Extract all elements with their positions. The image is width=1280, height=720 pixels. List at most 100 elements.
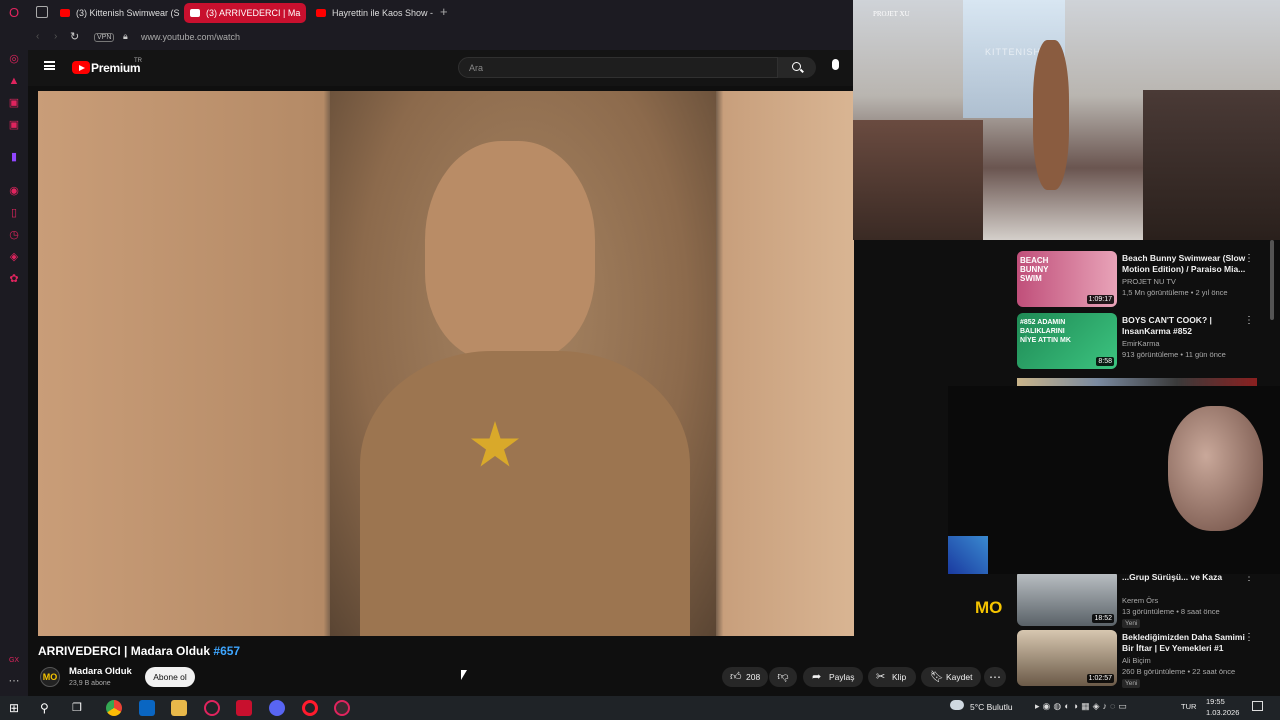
tab-label: Hayrettin ile Kaos Show - . (332, 8, 435, 18)
video-title[interactable]: Beklediğimizden Daha Samimi Bir İftar | … (1122, 632, 1252, 654)
save-button[interactable]: 🔖︎ Kaydet (921, 667, 981, 687)
forward-icon[interactable]: › (54, 31, 57, 42)
thumbs-up-icon: 👍︎ (730, 671, 742, 683)
extensions-icon[interactable]: ◈ (7, 250, 21, 264)
more-options-icon[interactable]: ⋮ (1244, 253, 1254, 264)
list-item[interactable]: BEACH BUNNY SWIM 1:09:17 Beach Bunny Swi… (1017, 251, 1272, 309)
like-button[interactable]: 👍︎ 208 (722, 667, 768, 687)
tab-kaos-show[interactable]: Hayrettin ile Kaos Show - . (310, 3, 435, 23)
more-icon[interactable]: ⋯ (7, 674, 21, 688)
opera-logo-icon[interactable]: O (7, 6, 21, 20)
youtube-header: Premium TR Ara (28, 50, 854, 86)
player-icon[interactable]: ◉ (7, 184, 21, 198)
video-title: ARRIVEDERCI | Madara Olduk #657 (38, 644, 240, 658)
video-title[interactable]: BOYS CAN'T COOK? | InsanKarma #852 (1122, 315, 1252, 337)
back-icon[interactable]: ‹ (36, 31, 39, 42)
task-view-icon[interactable]: ❐ (72, 700, 88, 716)
youtube-logo-text[interactable]: Premium (91, 61, 141, 75)
youtube-favicon-icon (316, 9, 326, 17)
edge-icon[interactable] (139, 700, 155, 716)
clock-date[interactable]: 1.03.2026 (1206, 708, 1239, 717)
new-tab-icon[interactable]: + (440, 4, 448, 19)
discord-icon[interactable] (269, 700, 285, 716)
video-thumbnail[interactable]: 1:02:57 (1017, 630, 1117, 686)
opera-sidebar: O ◎ ▲ ▣ ▣ ▮ ◉ ▯ ◷ ◈ ✿ GX ⋯ (0, 0, 28, 696)
channel-name[interactable]: Ali Biçim (1122, 656, 1151, 665)
opera-icon[interactable] (302, 700, 318, 716)
notification-icon[interactable] (1252, 701, 1263, 711)
bookmarks-icon[interactable]: ▯ (7, 206, 21, 220)
tab-manager-icon[interactable] (36, 6, 48, 18)
channel-name[interactable]: PROJET NU TV (1122, 277, 1176, 286)
tab-arrivederci[interactable]: (3) ARRIVEDERCI | Ma (184, 3, 306, 23)
save-label: Kaydet (946, 672, 973, 682)
share-button[interactable]: ➦ Paylaş (803, 667, 863, 687)
list-item[interactable]: 18:52 ...Grup Sürüşü... ve Kaza Kerem Ör… (1017, 570, 1272, 628)
webcam-overlay[interactable] (948, 386, 1280, 574)
video-title-text: ARRIVEDERCI | Madara Olduk (38, 644, 211, 658)
channel-name[interactable]: Madara Olduk (69, 666, 132, 677)
reload-icon[interactable]: ↻ (70, 30, 79, 43)
video-thumbnail[interactable]: 18:52 (1017, 570, 1117, 626)
subscribe-button[interactable]: Abone ol (145, 667, 195, 687)
aria-icon[interactable]: ◎ (7, 52, 21, 66)
tab-label: (3) ARRIVEDERCI | Ma (206, 8, 301, 18)
file-explorer-icon[interactable] (171, 700, 187, 716)
clip-label: Klip (892, 672, 907, 682)
system-tray-icons[interactable]: ▸◉◍◐◑▦◈♪◌▭ (1035, 701, 1130, 712)
more-options-icon[interactable]: ⋮ (1244, 315, 1254, 326)
channel-name[interactable]: Kerem Örs (1122, 596, 1158, 605)
region-label: TR (134, 58, 142, 64)
duration-badge: 8:58 (1096, 357, 1114, 366)
weather-text[interactable]: 5°C Bulutlu (970, 702, 1013, 712)
list-item[interactable]: #852 ADAMIN BALIKLARINI NİYE ATTIN MK 8:… (1017, 313, 1272, 371)
vpn-badge[interactable]: VPN (94, 33, 115, 42)
bag-icon[interactable]: ▲ (7, 74, 21, 88)
messenger-icon[interactable]: ▣ (7, 96, 21, 110)
chrome-icon[interactable] (106, 700, 122, 716)
video-meta: 1,5 Mn görüntüleme • 2 yıl önce (1122, 288, 1228, 297)
channel-watermark-logo[interactable]: MO (975, 598, 1002, 618)
pip-runway-video[interactable]: KITTENISH PROJET XU (853, 0, 1280, 240)
video-thumbnail[interactable]: #852 ADAMIN BALIKLARINI NİYE ATTIN MK 8:… (1017, 313, 1117, 369)
voice-app-icon[interactable] (236, 700, 252, 716)
more-actions-button[interactable]: ⋯ (984, 667, 1006, 687)
whatsapp-icon[interactable]: ▣ (7, 118, 21, 132)
share-label: Paylaş (829, 672, 855, 682)
share-icon: ➦ (812, 671, 822, 683)
more-options-icon[interactable]: ⋮ (1244, 632, 1254, 643)
language-indicator[interactable]: TUR (1181, 702, 1196, 711)
hashtag-link[interactable]: #657 (213, 644, 240, 658)
history-icon[interactable]: ◷ (7, 228, 21, 242)
windows-start-icon[interactable]: ⊞ (9, 700, 25, 716)
channel-avatar[interactable]: MO (40, 667, 60, 687)
clip-button[interactable]: ✂ Klip (868, 667, 916, 687)
video-player[interactable] (38, 91, 854, 636)
youtube-logo-icon[interactable] (72, 61, 90, 74)
search-button[interactable] (778, 57, 816, 78)
character-body (360, 351, 690, 636)
dislike-button[interactable]: 👎︎ (769, 667, 797, 687)
search-taskbar-icon[interactable]: ⚲ (40, 700, 56, 716)
settings-icon[interactable]: ✿ (7, 272, 21, 286)
microphone-icon[interactable] (832, 59, 839, 70)
video-meta: 913 görüntüleme • 11 gün önce (1122, 350, 1226, 359)
channel-name[interactable]: EmirKarma (1122, 339, 1160, 348)
list-item[interactable]: 1:02:57 Beklediğimizden Daha Samimi Bir … (1017, 630, 1272, 688)
video-thumbnail[interactable]: BEACH BUNNY SWIM 1:09:17 (1017, 251, 1117, 307)
gx-icon[interactable]: GX (7, 654, 21, 668)
url-text[interactable]: www.youtube.com/watch (141, 32, 240, 42)
clock-time[interactable]: 19:55 (1206, 697, 1225, 706)
audience-left (853, 120, 983, 240)
runway-watermark: PROJET XU (873, 10, 910, 18)
hamburger-menu-icon[interactable] (44, 61, 55, 70)
taskbar: ⊞ ⚲ ❐ 5°C Bulutlu ▸◉◍◐◑▦◈♪◌▭ TUR (0, 696, 1280, 720)
new-badge: Yeni (1122, 619, 1141, 628)
character-head (425, 141, 595, 361)
tab-kittenish[interactable]: (3) Kittenish Swimwear (S (54, 3, 204, 23)
video-title[interactable]: Beach Bunny Swimwear (Slow Motion Editio… (1122, 253, 1252, 275)
opera-gx-active-icon[interactable] (334, 700, 350, 716)
twitch-icon[interactable]: ▮ (7, 150, 21, 164)
search-input[interactable]: Ara (458, 57, 778, 78)
opera-gx-icon[interactable] (204, 700, 220, 716)
